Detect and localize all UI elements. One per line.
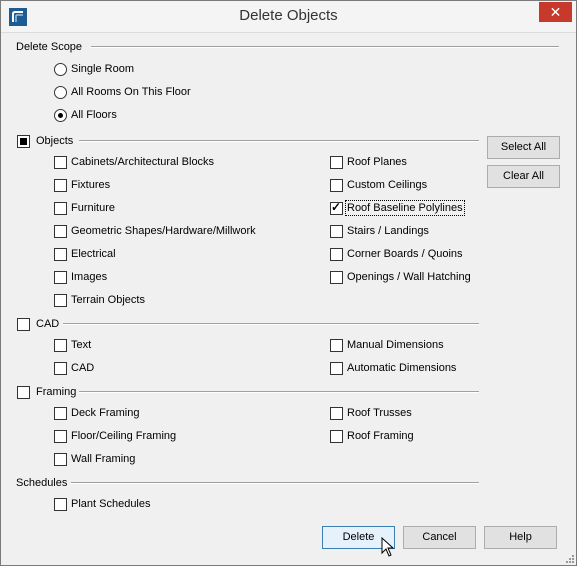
select-all-button[interactable]: Select All: [487, 136, 560, 159]
checkbox-label: CAD: [36, 318, 60, 330]
close-icon[interactable]: ✕: [539, 2, 572, 22]
checkbox[interactable]: [17, 318, 30, 331]
checkbox[interactable]: [54, 339, 67, 352]
radio-label: Single Room: [71, 63, 134, 75]
checkbox-label: Furniture: [71, 202, 116, 214]
checkbox[interactable]: [330, 225, 343, 238]
resize-grip-icon[interactable]: [566, 555, 574, 563]
checkbox-label: Objects: [36, 135, 74, 147]
checkbox-label: Manual Dimensions: [347, 339, 444, 351]
radio-circle[interactable]: [54, 109, 67, 122]
checkbox[interactable]: [330, 156, 343, 169]
checkbox[interactable]: [54, 453, 67, 466]
checkbox[interactable]: [330, 339, 343, 352]
objects-divider: [79, 140, 479, 142]
checkbox[interactable]: [330, 430, 343, 443]
cad-divider: [63, 323, 479, 325]
window-title: Delete Objects: [239, 7, 338, 24]
checkbox-label: Text: [71, 339, 92, 351]
checkbox-label: Deck Framing: [71, 407, 140, 419]
checkbox[interactable]: [330, 179, 343, 192]
checkbox[interactable]: [330, 407, 343, 420]
schedules-divider: [71, 482, 479, 484]
mouse-pointer-icon: [381, 537, 395, 557]
checkbox-label: Terrain Objects: [71, 294, 145, 306]
radio-circle[interactable]: [54, 86, 67, 99]
delete-scope-heading: Delete Scope: [16, 41, 83, 53]
checkbox-label: Corner Boards / Quoins: [347, 248, 463, 260]
checkbox[interactable]: [17, 386, 30, 399]
checkbox-label: CAD: [71, 362, 95, 374]
checkbox[interactable]: [54, 202, 67, 215]
checkbox[interactable]: [17, 135, 30, 148]
checkbox-label: Stairs / Landings: [347, 225, 429, 237]
checkbox-label: Openings / Wall Hatching: [347, 271, 471, 283]
checkbox[interactable]: [54, 271, 67, 284]
radio-label: All Rooms On This Floor: [71, 86, 191, 98]
title-bar[interactable]: Delete Objects ✕: [1, 1, 576, 33]
clear-all-button[interactable]: Clear All: [487, 165, 560, 188]
checkbox-label: Cabinets/Architectural Blocks: [71, 156, 215, 168]
cancel-button[interactable]: Cancel: [403, 526, 476, 549]
checkbox-label: Fixtures: [71, 179, 111, 191]
checkbox[interactable]: [330, 362, 343, 375]
checkbox[interactable]: [330, 271, 343, 284]
schedules-heading: Schedules: [16, 477, 68, 489]
framing-divider: [79, 391, 479, 393]
checkbox[interactable]: [54, 156, 67, 169]
checkbox[interactable]: [54, 430, 67, 443]
checkbox-label: Floor/Ceiling Framing: [71, 430, 177, 442]
checkbox-label: Automatic Dimensions: [347, 362, 457, 374]
checkbox-label: Roof Trusses: [347, 407, 412, 419]
scope-divider: [91, 46, 559, 48]
delete-objects-dialog: Delete Objects ✕ Delete Scope Single Roo…: [0, 0, 577, 566]
checkbox[interactable]: [54, 179, 67, 192]
radio-label: All Floors: [71, 109, 117, 121]
checkbox-label: Geometric Shapes/Hardware/Millwork: [71, 225, 256, 237]
checkbox-label: Framing: [36, 386, 77, 398]
checkbox[interactable]: [54, 407, 67, 420]
help-button[interactable]: Help: [484, 526, 557, 549]
checkbox[interactable]: [54, 225, 67, 238]
checkbox-label: Plant Schedules: [71, 498, 151, 510]
checkbox[interactable]: [54, 498, 67, 511]
checkbox-label: Images: [71, 271, 108, 283]
checkbox-label: Electrical: [71, 248, 116, 260]
checkbox-label: Roof Planes: [347, 156, 407, 168]
checkbox[interactable]: [330, 248, 343, 261]
radio-circle[interactable]: [54, 63, 67, 76]
checkbox[interactable]: [54, 248, 67, 261]
checkbox-label: Roof Baseline Polylines: [345, 200, 465, 216]
checkbox-label: Roof Framing: [347, 430, 414, 442]
checkbox-label: Custom Ceilings: [347, 179, 428, 191]
checkbox-label: Wall Framing: [71, 453, 136, 465]
checkbox[interactable]: [54, 294, 67, 307]
checkbox[interactable]: [330, 200, 343, 215]
checkbox[interactable]: [54, 362, 67, 375]
